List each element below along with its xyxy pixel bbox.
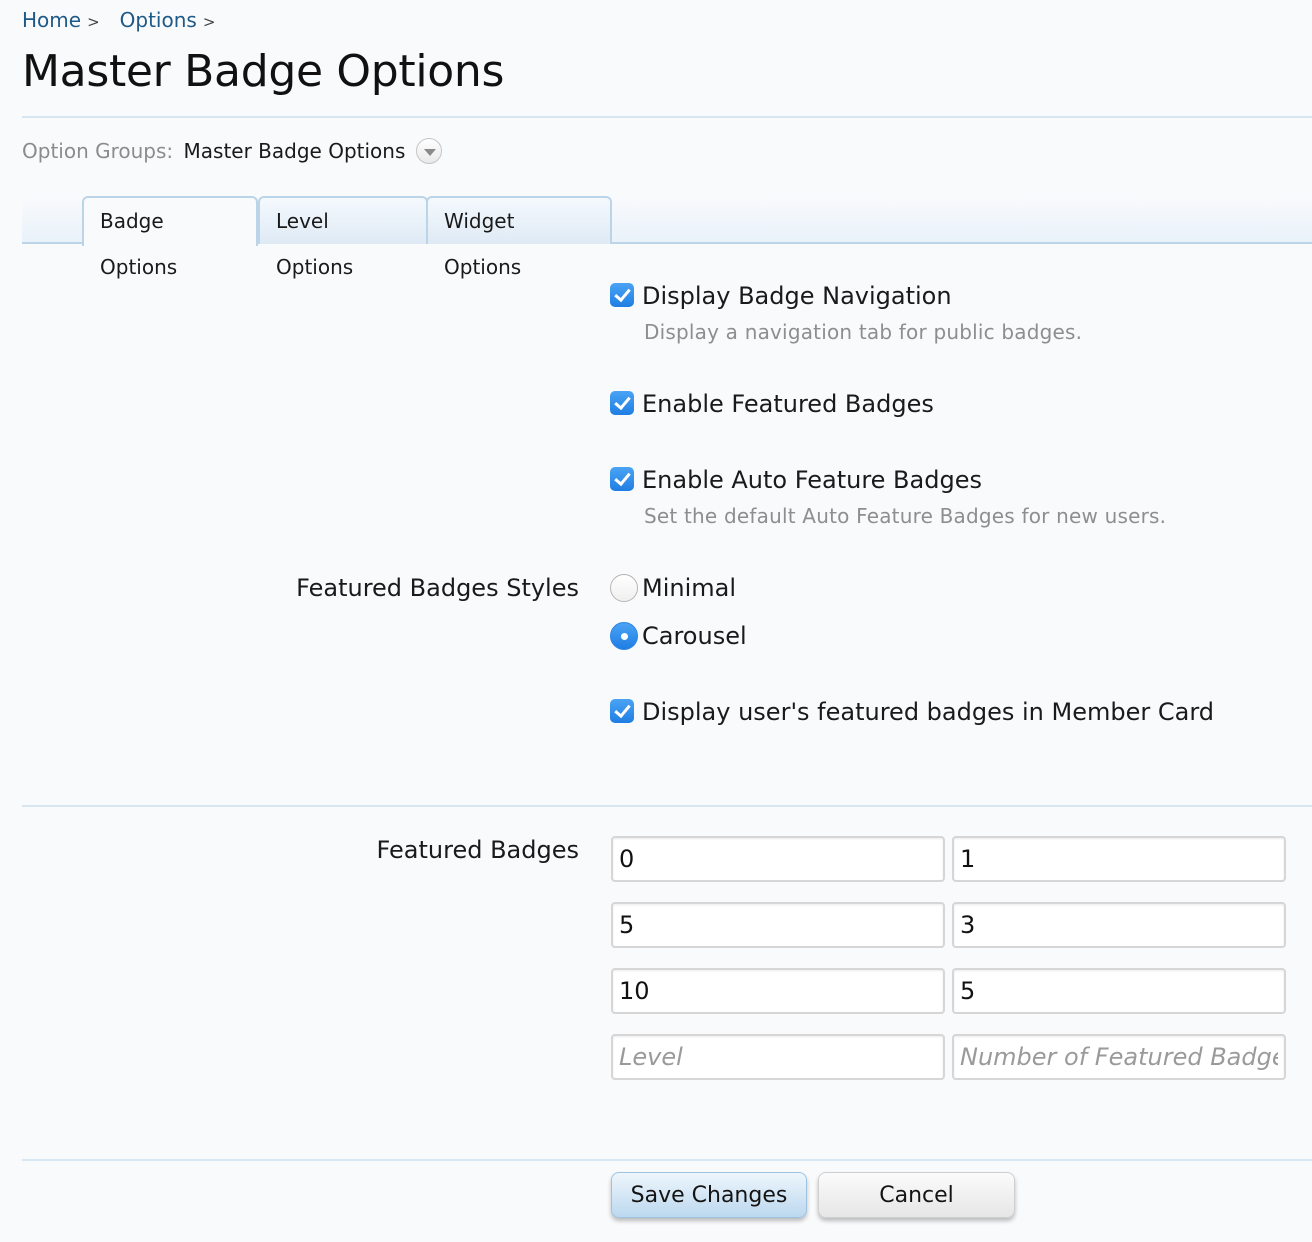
featured-count-input[interactable] <box>952 902 1286 948</box>
option-groups-value[interactable]: Master Badge Options <box>184 139 406 163</box>
option-groups: Option Groups: Master Badge Options <box>22 138 442 164</box>
breadcrumb-item-options[interactable]: Options > <box>120 8 228 32</box>
radio-option-minimal[interactable]: Minimal <box>610 574 736 602</box>
tab-badge-options[interactable]: Badge Options <box>82 196 258 279</box>
radio-label: Carousel <box>642 622 747 650</box>
featured-level-input[interactable] <box>611 836 945 882</box>
option-display-badge-navigation[interactable]: Display Badge Navigation <box>610 282 952 310</box>
section-divider <box>22 1159 1312 1161</box>
cancel-button[interactable]: Cancel <box>818 1172 1015 1218</box>
option-enable-featured-badges[interactable]: Enable Featured Badges <box>610 390 934 418</box>
save-changes-button[interactable]: Save Changes <box>611 1172 807 1218</box>
option-enable-auto-feature-badges[interactable]: Enable Auto Feature Badges <box>610 466 982 494</box>
radio-minimal[interactable] <box>610 574 638 602</box>
section-divider <box>22 805 1312 807</box>
tab-level-options[interactable]: Level Options <box>258 196 428 279</box>
option-label: Display Badge Navigation <box>642 282 952 310</box>
option-label: Display user's featured badges in Member… <box>642 698 1214 726</box>
featured-badges-styles-label: Featured Badges Styles <box>296 574 579 602</box>
option-groups-label: Option Groups: <box>22 139 174 163</box>
featured-level-input[interactable] <box>611 902 945 948</box>
tab-widget-options[interactable]: Widget Options <box>426 196 612 279</box>
option-explain: Set the default Auto Feature Badges for … <box>644 504 1167 528</box>
breadcrumb: Home > Options > <box>22 8 235 32</box>
featured-count-input[interactable] <box>952 1034 1286 1080</box>
radio-carousel[interactable] <box>610 622 638 650</box>
tab-bar: Badge Options Level Options Widget Optio… <box>22 196 1312 279</box>
option-display-in-member-card[interactable]: Display user's featured badges in Member… <box>610 698 1214 726</box>
breadcrumb-link-home[interactable]: Home <box>22 8 81 32</box>
featured-level-input[interactable] <box>611 968 945 1014</box>
featured-badges-label: Featured Badges <box>376 836 579 864</box>
checkbox-enable-featured-badges[interactable] <box>610 391 634 415</box>
option-label: Enable Auto Feature Badges <box>642 466 982 494</box>
chevron-down-icon[interactable] <box>415 138 442 164</box>
breadcrumb-link-options[interactable]: Options <box>120 8 197 32</box>
option-explain: Display a navigation tab for public badg… <box>644 320 1083 344</box>
page-title: Master Badge Options <box>22 46 505 97</box>
checkbox-display-badge-navigation[interactable] <box>610 283 634 307</box>
checkbox-display-in-member-card[interactable] <box>610 699 634 723</box>
featured-count-input[interactable] <box>952 968 1286 1014</box>
title-divider <box>22 116 1312 118</box>
radio-option-carousel[interactable]: Carousel <box>610 622 747 650</box>
breadcrumb-separator: > <box>202 13 216 31</box>
radio-label: Minimal <box>642 574 737 602</box>
breadcrumb-separator: > <box>87 13 100 31</box>
featured-level-input[interactable] <box>611 1034 945 1080</box>
checkbox-enable-auto-feature-badges[interactable] <box>610 467 634 491</box>
featured-count-input[interactable] <box>952 836 1286 882</box>
breadcrumb-item-home[interactable]: Home > <box>22 8 112 32</box>
option-label: Enable Featured Badges <box>642 390 934 418</box>
options-page: Home > Options > Master Badge Options Optio… <box>0 0 1312 1242</box>
